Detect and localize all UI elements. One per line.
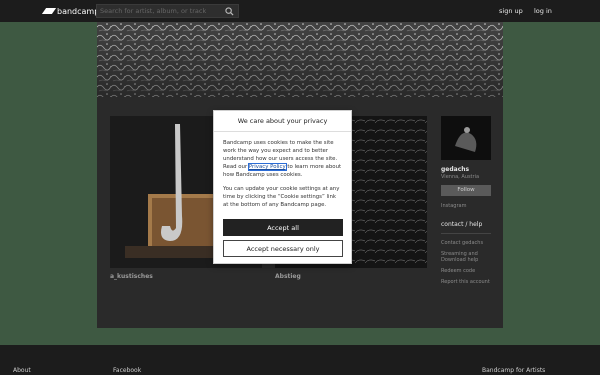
accept-all-button[interactable]: Accept all [223,219,343,236]
report-account-link[interactable]: Report this account [441,279,491,285]
band-photo-image [441,116,491,160]
search-input[interactable] [100,5,224,17]
album-title[interactable]: a_kustisches [110,273,153,280]
bandcamp-logo[interactable]: bandcamp [41,5,100,17]
follow-button[interactable]: Follow [441,185,491,196]
band-location: Vienna, Austria [441,174,480,180]
artist-banner [97,22,503,97]
banner-texture-image [97,22,503,97]
instagram-link[interactable]: Instagram [441,203,491,209]
footer: About Facebook Bandcamp for Artists [0,345,600,375]
dialog-body: Bandcamp uses cookies to make the site w… [214,132,351,209]
search-icon[interactable] [225,7,234,16]
top-bar: bandcamp sign up log in [0,0,600,22]
bandcamp-logo-icon [41,8,57,14]
footer-artists-link[interactable]: Bandcamp for Artists [482,367,545,374]
contact-link[interactable]: Contact gedachs [441,240,491,246]
band-sidebar: gedachs Vienna, Austria Follow Instagram… [441,116,491,285]
login-link[interactable]: log in [534,7,552,15]
signup-link[interactable]: sign up [499,7,523,15]
redeem-code-link[interactable]: Redeem code [441,268,491,274]
dialog-title: We care about your privacy [214,111,351,132]
footer-facebook-link[interactable]: Facebook [113,367,141,374]
cookie-consent-dialog: We care about your privacy Bandcamp uses… [213,110,352,264]
privacy-policy-link[interactable]: Privacy Policy [247,163,287,171]
accept-necessary-button[interactable]: Accept necessary only [223,240,343,257]
album-title[interactable]: Abstieg [275,273,301,280]
cookie-paragraph-2: You can update your cookie settings at a… [223,186,340,208]
divider [441,233,491,234]
footer-about-link[interactable]: About [13,367,31,374]
cookie-paragraph-1: Bandcamp uses cookies to make the site w… [223,139,342,179]
search-box [96,4,239,18]
contact-help-header: contact / help [441,221,483,228]
logo-text: bandcamp [57,6,100,16]
band-name: gedachs [441,166,470,173]
band-photo[interactable] [441,116,491,160]
streaming-help-link[interactable]: Streaming and Download help [441,251,491,263]
